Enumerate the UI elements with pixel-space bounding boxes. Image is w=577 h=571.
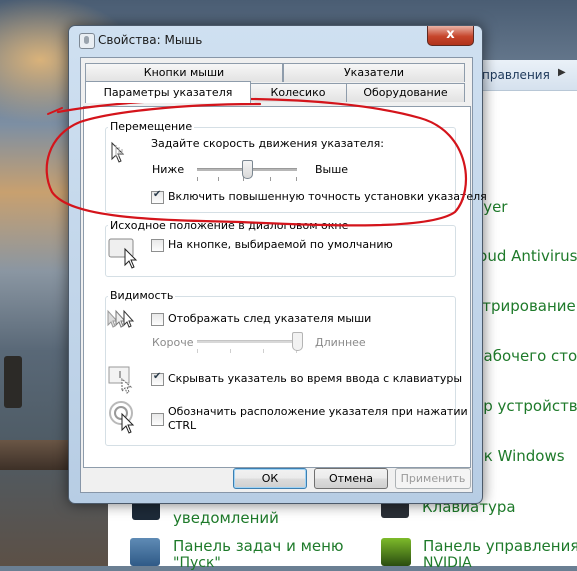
close-button[interactable]: x xyxy=(427,26,474,46)
apply-button[interactable]: Применить xyxy=(395,468,471,489)
cancel-button[interactable]: Отмена xyxy=(314,468,388,489)
cp-item-taskbar[interactable]: Панель задач и меню xyxy=(173,537,344,555)
ctrl-locate-checkbox[interactable] xyxy=(151,413,164,426)
cp-item-antivirus[interactable]: loud Antivirus xyxy=(474,247,577,265)
precision-label[interactable]: Включить повышенную точность установки у… xyxy=(168,190,487,203)
dialog-title: Свойства: Мышь xyxy=(98,33,203,47)
tab-mouse-buttons[interactable]: Кнопки мыши xyxy=(85,63,283,82)
trails-tick xyxy=(263,349,264,353)
hide-while-typing-checkbox[interactable] xyxy=(151,371,164,386)
speed-tick xyxy=(296,177,297,181)
pointer-speed-icon xyxy=(111,141,125,163)
trails-slider-thumb[interactable] xyxy=(291,332,303,351)
tab-pointer-options[interactable]: Параметры указателя xyxy=(85,81,251,103)
speed-fast-label: Выше xyxy=(315,163,349,176)
hide-while-typing-label[interactable]: Скрывать указатель во время ввода с клав… xyxy=(168,372,462,385)
mouse-properties-dialog: Свойства: Мышь x Кнопки мыши Указатели П… xyxy=(68,25,487,504)
nvidia-icon xyxy=(381,538,411,566)
trails-checkbox[interactable] xyxy=(151,313,164,326)
cp-item-registration[interactable]: стрирование xyxy=(474,297,576,315)
cp-item-devices[interactable]: ер устройств xyxy=(474,397,577,415)
speed-prompt: Задайте скорость движения указателя: xyxy=(151,137,384,150)
speed-tick xyxy=(197,177,198,181)
ctrl-locate-icon xyxy=(109,401,135,434)
tab-page-pointer-options: Перемещение Задайте скорость движения ук… xyxy=(83,106,487,468)
ok-button[interactable]: ОК xyxy=(233,468,307,489)
trails-long-label: Длиннее xyxy=(315,336,366,349)
motion-group-label: Перемещение xyxy=(108,120,195,133)
trails-slider-track[interactable] xyxy=(197,340,297,343)
speed-tick xyxy=(270,177,271,181)
trails-short-label: Короче xyxy=(152,336,194,349)
taskbar-icon xyxy=(130,538,160,566)
cp-item-nvidia[interactable]: Панель управления xyxy=(423,537,577,555)
cp-item-nvidia-2[interactable]: NVIDIA xyxy=(423,555,472,571)
cp-item-desktop[interactable]: рабочего сто xyxy=(474,347,577,365)
cp-item-notifications[interactable]: уведомлений xyxy=(173,509,279,527)
tab-pointers[interactable]: Указатели xyxy=(283,63,465,82)
snap-to-checkbox[interactable] xyxy=(151,239,164,252)
cp-item-taskbar-start[interactable]: "Пуск" xyxy=(173,555,221,571)
pointer-trails-icon xyxy=(107,309,135,328)
snap-to-label[interactable]: На кнопке, выбираемой по умолчанию xyxy=(168,238,393,251)
hide-while-typing-icon xyxy=(108,366,133,394)
snap-to-group-label: Исходное положение в диалоговом окне xyxy=(108,219,351,232)
breadcrumb[interactable]: правления xyxy=(482,68,550,82)
speed-slow-label: Ниже xyxy=(152,163,185,176)
ctrl-locate-label-line2[interactable]: CTRL xyxy=(168,419,196,432)
precision-checkbox[interactable] xyxy=(151,189,164,204)
speed-slider-thumb[interactable] xyxy=(241,160,253,179)
trails-tick xyxy=(197,349,198,353)
speed-tick xyxy=(218,177,219,181)
control-panel-bottom-row: уведомлений Клавиатура Панель задач и ме… xyxy=(108,498,577,571)
tab-wheel[interactable]: Колесико xyxy=(249,83,347,102)
cp-item-windows[interactable]: ик Windows xyxy=(474,447,565,465)
mouse-icon xyxy=(79,33,95,49)
trails-tick xyxy=(230,349,231,353)
tab-hardware[interactable]: Оборудование xyxy=(346,83,465,102)
trails-label[interactable]: Отображать след указателя мыши xyxy=(168,312,371,325)
wallpaper-post xyxy=(4,356,22,408)
ctrl-locate-label-line1[interactable]: Обозначить расположение указателя при на… xyxy=(168,405,468,418)
snap-to-button-icon xyxy=(108,238,138,269)
visibility-group-label: Видимость xyxy=(108,289,176,302)
chevron-right-icon[interactable]: ▶ xyxy=(558,67,566,78)
